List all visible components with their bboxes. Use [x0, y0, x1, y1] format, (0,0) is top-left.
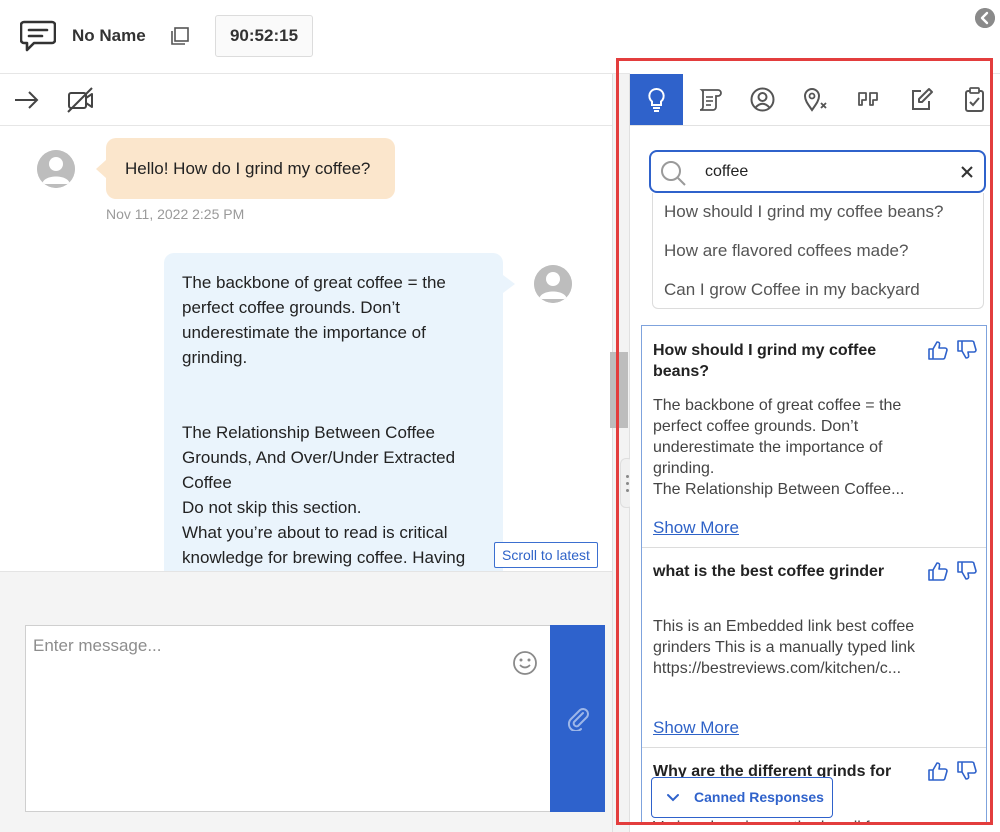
- clipboard-icon: [965, 87, 984, 112]
- quote-icon: [858, 92, 878, 106]
- grip-dot: [626, 475, 629, 478]
- chat-bubble-icon: [20, 20, 56, 52]
- attach-button[interactable]: [550, 625, 605, 812]
- scroll-to-latest-button[interactable]: Scroll to latest: [494, 542, 598, 568]
- result-body-text: This is an Embedded link best coffee gri…: [653, 618, 916, 656]
- search-input[interactable]: [705, 161, 945, 183]
- result-body: This is an Embedded link best coffee gri…: [653, 616, 933, 679]
- tab-script[interactable]: [683, 74, 736, 125]
- thumbs-up-icon[interactable]: [927, 760, 949, 782]
- emoji-icon[interactable]: [512, 650, 538, 676]
- user-silhouette-icon: [37, 150, 75, 188]
- result-body: The backbone of great coffee = the perfe…: [653, 395, 933, 500]
- clear-search-icon[interactable]: [958, 163, 976, 181]
- message-paragraph: The Relationship Between Coffee Grounds,…: [182, 423, 456, 492]
- video-off-icon[interactable]: [66, 86, 94, 114]
- result-body-text: Various brewing methods call for: [653, 817, 933, 824]
- thumbs-up-icon[interactable]: [927, 560, 949, 582]
- suggestion-item[interactable]: How are flavored coffees made?: [664, 241, 908, 261]
- message-paragraph: Do not skip this section.: [182, 498, 362, 517]
- lightbulb-icon: [648, 87, 665, 112]
- paperclip-icon: [567, 708, 589, 731]
- chevron-down-icon: [667, 794, 679, 802]
- agent-console: No Name 90:52:15 Hello! How do I grind m…: [0, 0, 1000, 832]
- tab-contact[interactable]: [736, 74, 789, 125]
- map-pin-icon: [803, 88, 827, 112]
- knowledge-results[interactable]: How should I grind my coffee beans? The …: [641, 325, 987, 825]
- chat-scrollbar-thumb[interactable]: [610, 352, 628, 428]
- user-silhouette-icon: [534, 265, 572, 303]
- session-timer: 90:52:15: [215, 15, 313, 57]
- result-body-tail: The Relationship Between Coffee...: [653, 481, 905, 498]
- tab-location[interactable]: [789, 74, 842, 125]
- message-timestamp: Nov 11, 2022 2:25 PM: [106, 206, 245, 222]
- knowledge-search: [649, 150, 986, 193]
- thumbs-down-icon[interactable]: [956, 760, 978, 782]
- panel-tabs: [630, 74, 992, 126]
- chat-toolbar: [0, 74, 612, 126]
- chat-scrollbar[interactable]: [612, 74, 630, 832]
- grip-dot: [626, 482, 629, 485]
- canned-responses-label: Canned Responses: [694, 789, 824, 805]
- result-card: what is the best coffee grinder This is …: [642, 548, 986, 748]
- incoming-message: Hello! How do I grind my coffee?: [96, 138, 395, 199]
- message-spacer: [182, 370, 485, 420]
- result-title[interactable]: How should I grind my coffee beans?: [653, 340, 913, 382]
- result-title[interactable]: what is the best coffee grinder: [653, 561, 913, 582]
- suggestion-item[interactable]: How should I grind my coffee beans?: [664, 202, 943, 222]
- thumbs-down-icon[interactable]: [956, 560, 978, 582]
- search-icon: [661, 161, 686, 186]
- script-icon: [699, 89, 722, 111]
- canned-responses-button[interactable]: Canned Responses: [651, 777, 833, 818]
- edit-icon: [912, 88, 933, 110]
- thumbs-up-icon[interactable]: [927, 339, 949, 361]
- show-more-link[interactable]: Show More: [653, 718, 739, 738]
- agent-avatar: [534, 265, 572, 303]
- outgoing-message: The backbone of great coffee = the perfe…: [164, 253, 515, 571]
- suggestion-item[interactable]: Can I grow Coffee in my backyard: [664, 280, 920, 300]
- customer-avatar: [37, 150, 75, 188]
- tab-notes[interactable]: [895, 74, 948, 125]
- collapse-panel-icon[interactable]: [975, 8, 995, 28]
- contact-name: No Name: [72, 26, 146, 45]
- result-card: How should I grind my coffee beans? The …: [642, 326, 986, 548]
- result-body-text: The backbone of great coffee = the perfe…: [653, 397, 902, 477]
- tab-quotes[interactable]: [842, 74, 895, 125]
- copy-icon[interactable]: [170, 26, 190, 46]
- transfer-arrow-icon[interactable]: [12, 86, 40, 114]
- message-input[interactable]: [26, 626, 551, 811]
- grip-dot: [626, 489, 629, 492]
- message-composer: [25, 625, 551, 812]
- message-paragraph: What you’re about to read is critical kn…: [182, 523, 466, 567]
- tab-knowledge[interactable]: [630, 74, 683, 125]
- show-more-link[interactable]: Show More: [653, 518, 739, 538]
- search-suggestions: How should I grind my coffee beans? How …: [652, 193, 984, 309]
- user-circle-icon: [750, 87, 775, 112]
- tab-disposition[interactable]: [948, 74, 1000, 125]
- result-body-tail: https://bestreviews.com/kitchen/c...: [653, 660, 902, 677]
- message-paragraph: The backbone of great coffee = the perfe…: [182, 273, 446, 367]
- thumbs-down-icon[interactable]: [956, 339, 978, 361]
- chat-transcript[interactable]: Hello! How do I grind my coffee? Nov 11,…: [0, 127, 612, 571]
